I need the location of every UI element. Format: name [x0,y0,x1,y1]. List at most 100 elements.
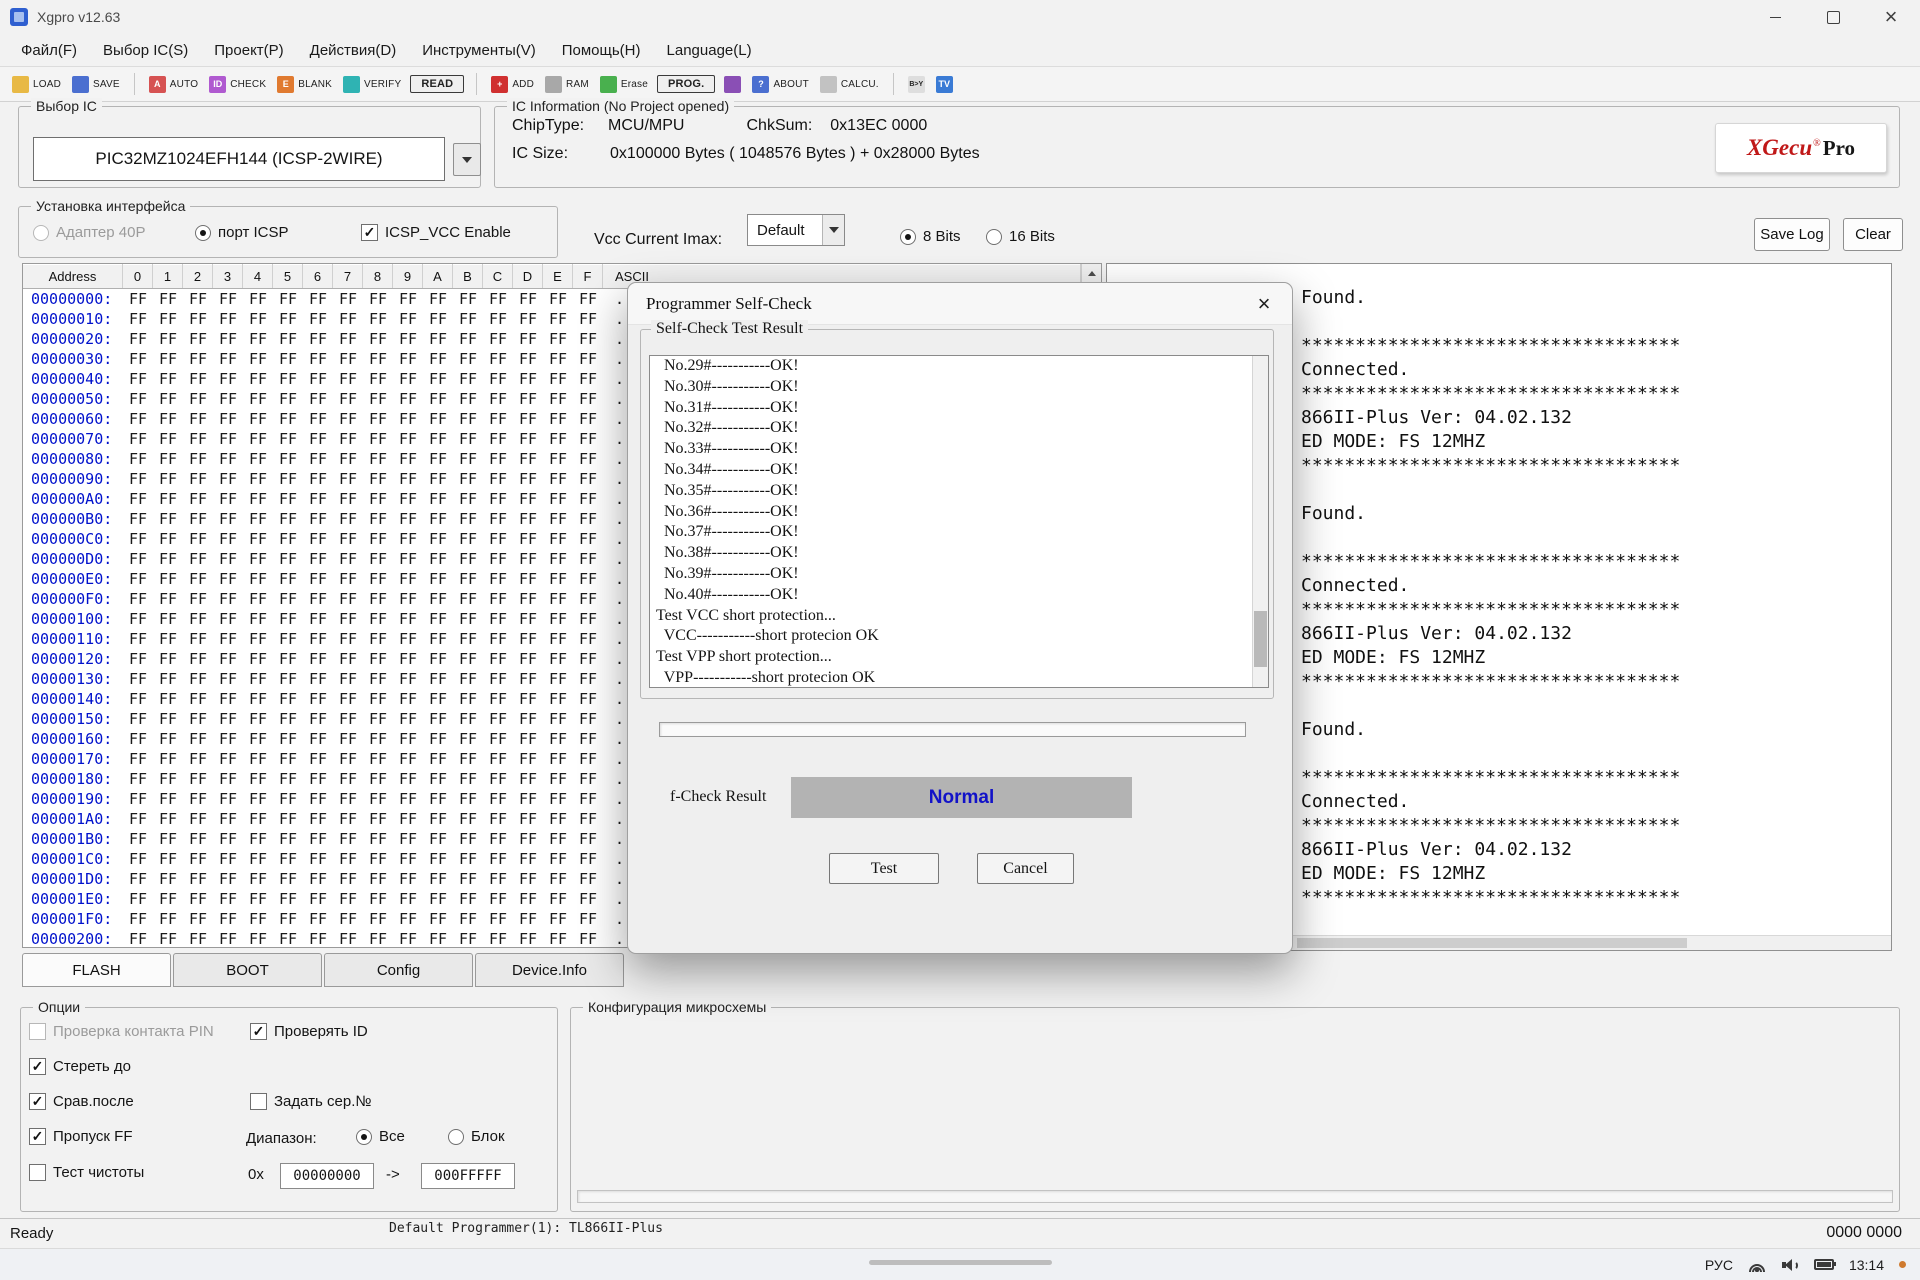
test-button[interactable]: Test [829,853,939,884]
hex-byte-cell[interactable]: FF [483,450,513,468]
hex-byte-cell[interactable]: FF [423,410,453,428]
hex-byte-cell[interactable]: FF [363,930,393,947]
hex-byte-cell[interactable]: FF [393,930,423,947]
hex-byte-cell[interactable]: FF [213,590,243,608]
hex-byte-cell[interactable]: FF [453,390,483,408]
hex-byte-cell[interactable]: FF [423,850,453,868]
hex-byte-cell[interactable]: FF [243,870,273,888]
hex-byte-cell[interactable]: FF [573,790,603,808]
hex-byte-cell[interactable]: FF [303,890,333,908]
hex-byte-cell[interactable]: FF [423,290,453,308]
hex-byte-cell[interactable]: FF [153,810,183,828]
hex-byte-cell[interactable]: FF [333,470,363,488]
hex-byte-cell[interactable]: FF [543,610,573,628]
hex-byte-cell[interactable]: FF [153,790,183,808]
hex-byte-cell[interactable]: FF [573,750,603,768]
hex-byte-cell[interactable]: FF [333,490,363,508]
hex-byte-cell[interactable]: FF [573,850,603,868]
hex-byte-cell[interactable]: FF [183,670,213,688]
skip-ff-checkbox[interactable]: Пропуск FF [29,1128,132,1145]
hex-byte-cell[interactable]: FF [303,670,333,688]
hex-byte-cell[interactable]: FF [243,670,273,688]
hex-byte-cell[interactable]: FF [423,770,453,788]
hex-byte-cell[interactable]: FF [393,790,423,808]
hex-byte-cell[interactable]: FF [483,570,513,588]
hex-byte-cell[interactable]: FF [213,450,243,468]
hex-byte-cell[interactable]: FF [213,330,243,348]
hex-byte-cell[interactable]: FF [393,510,423,528]
hex-byte-cell[interactable]: FF [483,810,513,828]
hex-byte-cell[interactable]: FF [573,470,603,488]
hex-byte-cell[interactable]: FF [423,690,453,708]
hex-byte-cell[interactable]: FF [213,670,243,688]
hex-byte-cell[interactable]: FF [183,790,213,808]
hex-byte-cell[interactable]: FF [303,630,333,648]
hex-byte-cell[interactable]: FF [153,770,183,788]
hex-byte-cell[interactable]: FF [513,390,543,408]
hex-byte-cell[interactable]: FF [213,690,243,708]
hex-byte-cell[interactable]: FF [213,470,243,488]
hex-byte-cell[interactable]: FF [243,690,273,708]
hex-byte-cell[interactable]: FF [183,330,213,348]
hex-byte-cell[interactable]: FF [483,390,513,408]
hex-byte-cell[interactable]: FF [273,490,303,508]
tab-config[interactable]: Config [324,953,473,987]
compare-after-checkbox[interactable]: Срав.после [29,1093,134,1110]
hex-byte-cell[interactable]: FF [333,750,363,768]
hex-byte-cell[interactable]: FF [213,650,243,668]
hex-byte-cell[interactable]: FF [183,450,213,468]
hex-byte-cell[interactable]: FF [333,390,363,408]
hex-byte-cell[interactable]: FF [423,330,453,348]
hex-byte-cell[interactable]: FF [393,550,423,568]
hex-byte-cell[interactable]: FF [303,730,333,748]
hex-byte-cell[interactable]: FF [183,890,213,908]
hex-byte-cell[interactable]: FF [453,890,483,908]
hex-byte-cell[interactable]: FF [423,510,453,528]
hex-byte-cell[interactable]: FF [303,650,333,668]
hex-byte-cell[interactable]: FF [213,550,243,568]
erase-before-checkbox[interactable]: Стереть до [29,1058,131,1075]
hex-byte-cell[interactable]: FF [483,870,513,888]
hex-byte-cell[interactable]: FF [273,510,303,528]
hex-byte-cell[interactable]: FF [243,790,273,808]
hex-byte-cell[interactable]: FF [453,630,483,648]
hex-byte-cell[interactable]: FF [573,830,603,848]
hex-byte-cell[interactable]: FF [513,350,543,368]
hex-byte-cell[interactable]: FF [573,570,603,588]
hex-byte-cell[interactable]: FF [183,650,213,668]
pin-check-checkbox[interactable]: Проверка контакта PIN [29,1023,214,1040]
hex-byte-cell[interactable]: FF [303,530,333,548]
hex-byte-cell[interactable]: FF [183,810,213,828]
hex-byte-cell[interactable]: FF [243,730,273,748]
hex-byte-cell[interactable]: FF [423,490,453,508]
hex-byte-cell[interactable]: FF [423,810,453,828]
hex-byte-cell[interactable]: FF [123,890,153,908]
hex-byte-cell[interactable]: FF [333,350,363,368]
hex-byte-cell[interactable]: FF [243,650,273,668]
hex-byte-cell[interactable]: FF [543,330,573,348]
hex-byte-cell[interactable]: FF [183,850,213,868]
hex-byte-cell[interactable]: FF [483,690,513,708]
ic-select-dropdown-button[interactable] [453,143,481,176]
hex-byte-cell[interactable]: FF [123,450,153,468]
hex-byte-cell[interactable]: FF [243,290,273,308]
hex-byte-cell[interactable]: FF [243,450,273,468]
hex-byte-cell[interactable]: FF [123,910,153,928]
hex-byte-cell[interactable]: FF [513,750,543,768]
hex-byte-cell[interactable]: FF [543,430,573,448]
hex-byte-cell[interactable]: FF [513,370,543,388]
hex-byte-cell[interactable]: FF [213,390,243,408]
hex-byte-cell[interactable]: FF [483,750,513,768]
hex-byte-cell[interactable]: FF [183,370,213,388]
menu-project[interactable]: Проект(P) [201,34,296,66]
hex-byte-cell[interactable]: FF [303,790,333,808]
adapter-40p-radio[interactable]: Адаптер 40P [33,224,145,241]
hex-byte-cell[interactable]: FF [183,590,213,608]
hex-byte-cell[interactable]: FF [273,910,303,928]
hex-byte-cell[interactable]: FF [183,830,213,848]
hex-byte-cell[interactable]: FF [363,690,393,708]
hex-byte-cell[interactable]: FF [333,550,363,568]
hex-byte-cell[interactable]: FF [213,410,243,428]
serial-number-checkbox[interactable]: Задать сер.№ [250,1093,371,1110]
hex-byte-cell[interactable]: FF [513,790,543,808]
